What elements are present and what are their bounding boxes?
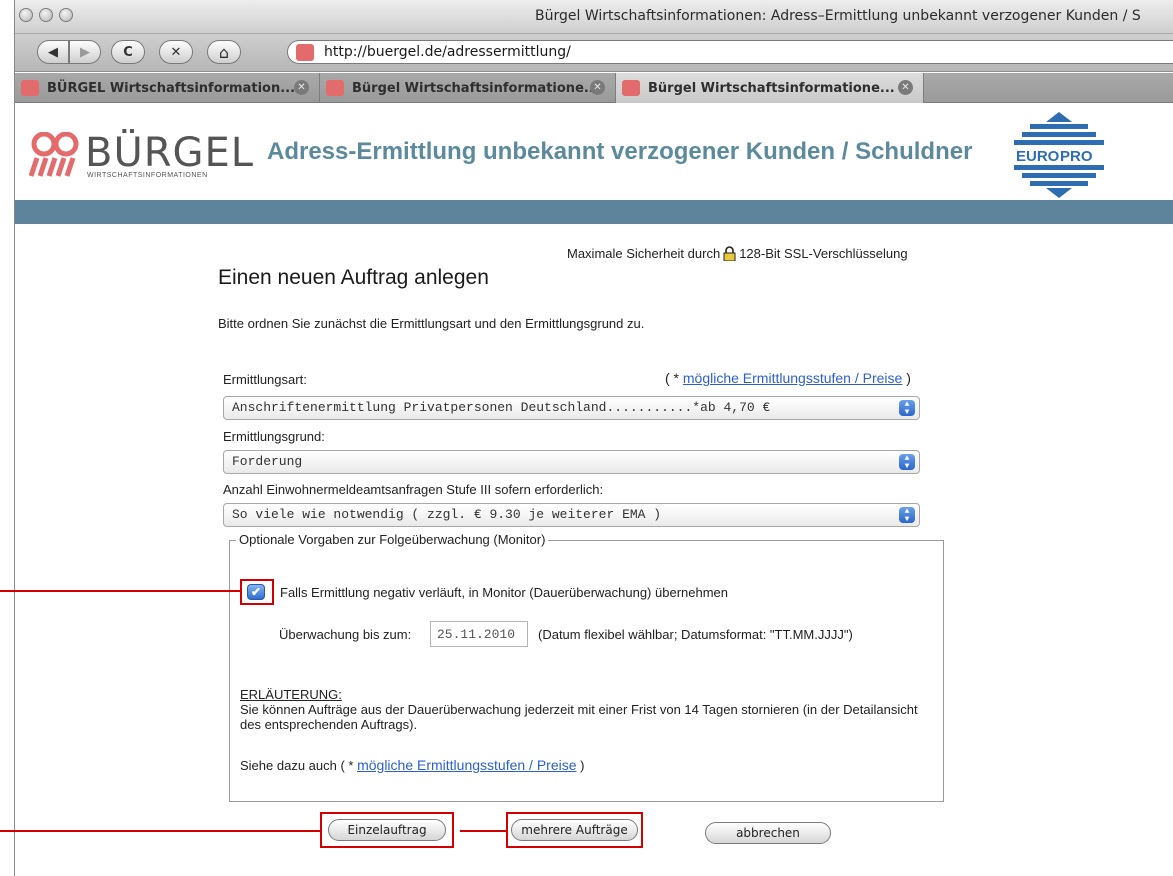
- ermittlungsgrund-select[interactable]: Forderung ▲ ▼: [223, 450, 920, 474]
- ermittlungsgrund-value: Forderung: [232, 454, 303, 469]
- home-button[interactable]: ⌂: [207, 40, 241, 64]
- cancel-button[interactable]: abbrechen: [705, 822, 831, 844]
- monitor-until-label: Überwachung bis zum:: [279, 627, 412, 642]
- price-link-group: ( * mögliche Ermittlungsstufen / Preise …: [665, 370, 911, 386]
- page-title: Einen neuen Auftrag anlegen: [218, 266, 489, 289]
- main-content: Maximale Sicherheit durch 128-Bit SSL-Ve…: [15, 224, 1173, 876]
- site-header: BÜRGEL WIRTSCHAFTSINFORMATIONEN Adress-E…: [15, 104, 1173, 200]
- stop-button[interactable]: ✕: [159, 40, 193, 64]
- back-button[interactable]: ◀: [37, 40, 69, 64]
- ermittlungsart-value: Anschriftenermittlung Privatpersonen Deu…: [232, 400, 771, 415]
- single-order-highlight: Einzelauftrag: [320, 812, 454, 848]
- see-also-suffix: ): [576, 758, 585, 773]
- tab-close-icon[interactable]: ✕: [590, 80, 605, 95]
- tab-favicon-icon: [21, 80, 39, 96]
- back-arrow-icon: ◀: [48, 44, 58, 60]
- tab-2[interactable]: Bürgel Wirtschaftsinformatione... ✕: [320, 73, 616, 103]
- lock-icon: [723, 246, 736, 261]
- tab-label: Bürgel Wirtschaftsinformatione...: [648, 80, 895, 96]
- europro-text-pro: PRO: [1060, 148, 1093, 165]
- price-link[interactable]: mögliche Ermittlungsstufen / Preise: [683, 370, 902, 386]
- tab-strip: BÜRGEL Wirtschaftsinformation... ✕ Bürge…: [15, 73, 1173, 103]
- annotation-line-buttons: [0, 830, 320, 832]
- tab-3-active[interactable]: Bürgel Wirtschaftsinformatione... ✕: [616, 73, 924, 103]
- logo-text: BÜRGEL: [85, 130, 255, 176]
- forward-arrow-icon: ▶: [80, 44, 90, 60]
- stop-icon: ✕: [170, 44, 182, 60]
- anzahl-select[interactable]: So viele wie notwendig ( zzgl. € 9.30 je…: [223, 503, 920, 527]
- select-arrows-icon: ▲ ▼: [899, 400, 915, 417]
- monitor-legend: Optionale Vorgaben zur Folgeüberwachung …: [236, 532, 549, 547]
- europro-text-euro: EURO: [1016, 148, 1060, 165]
- see-also: Siehe dazu auch ( * mögliche Ermittlungs…: [240, 757, 584, 773]
- explanation-text: Sie können Aufträge aus der Dauerüberwac…: [240, 702, 918, 732]
- multiple-orders-button[interactable]: mehrere Aufträge: [511, 819, 638, 841]
- ermittlungsart-label: Ermittlungsart:: [223, 372, 307, 387]
- page-header-title: Adress-Ermittlung unbekannt verzogener K…: [267, 138, 973, 165]
- ssl-suffix: 128-Bit SSL-Verschlüsselung: [739, 246, 908, 261]
- single-order-button[interactable]: Einzelauftrag: [328, 819, 446, 841]
- monitor-fieldset: Optionale Vorgaben zur Folgeüberwachung …: [229, 532, 944, 802]
- explanation-heading: ERLÄUTERUNG:: [240, 687, 342, 702]
- ermittlungsart-select[interactable]: Anschriftenermittlung Privatpersonen Deu…: [223, 396, 920, 420]
- tab-label: Bürgel Wirtschaftsinformatione...: [352, 80, 599, 96]
- url-text[interactable]: http://buergel.de/adressermittlung/: [324, 44, 571, 60]
- browser-toolbar: ◀ ▶ C ✕ ⌂ http://buergel.de/adressermitt…: [15, 34, 1173, 72]
- logo-subtitle: WIRTSCHAFTSINFORMATIONEN: [87, 172, 208, 179]
- see-also-prefix: Siehe dazu auch ( *: [240, 758, 358, 773]
- browser-window: Bürgel Wirtschaftsinformationen: Adress–…: [14, 0, 1173, 876]
- europro-logo-icon: EURO PRO: [1014, 112, 1104, 198]
- select-arrows-icon: ▲ ▼: [899, 507, 915, 524]
- buergel-owl-logo-icon: [29, 132, 79, 177]
- price-link-suffix: ): [902, 370, 911, 386]
- tab-1[interactable]: BÜRGEL Wirtschaftsinformation... ✕: [15, 73, 320, 103]
- window-title: Bürgel Wirtschaftsinformationen: Adress–…: [535, 8, 1141, 24]
- title-bar: Bürgel Wirtschaftsinformationen: Adress–…: [15, 0, 1173, 34]
- home-icon: ⌂: [218, 42, 230, 62]
- tab-close-icon[interactable]: ✕: [294, 80, 309, 95]
- annotation-line-checkbox: [0, 590, 240, 592]
- monitor-checkbox-label[interactable]: Falls Ermittlung negativ verläuft, in Mo…: [280, 585, 728, 600]
- tab-label: BÜRGEL Wirtschaftsinformation...: [47, 80, 296, 96]
- monitor-checkbox[interactable]: ✔: [247, 584, 265, 600]
- see-also-price-link[interactable]: mögliche Ermittlungsstufen / Preise: [357, 757, 576, 773]
- monitor-until-date-input[interactable]: [430, 621, 528, 647]
- tab-favicon-icon: [622, 80, 640, 96]
- anzahl-value: So viele wie notwendig ( zzgl. € 9.30 je…: [232, 507, 662, 522]
- ssl-notice: Maximale Sicherheit durch 128-Bit SSL-Ve…: [567, 246, 908, 261]
- zoom-window-button[interactable]: [59, 8, 73, 22]
- tab-close-icon[interactable]: ✕: [898, 80, 913, 95]
- anzahl-label: Anzahl Einwohnermeldeamtsanfragen Stufe …: [223, 482, 604, 497]
- ssl-prefix: Maximale Sicherheit durch: [567, 246, 721, 261]
- header-divider-bar: [15, 200, 1173, 224]
- tab-favicon-icon: [326, 80, 344, 96]
- minimize-window-button[interactable]: [39, 8, 53, 22]
- ermittlungsgrund-label: Ermittlungsgrund:: [223, 429, 325, 444]
- reload-icon: C: [123, 44, 133, 60]
- date-format-hint: (Datum flexibel wählbar; Datumsformat: "…: [538, 627, 853, 642]
- address-bar[interactable]: http://buergel.de/adressermittlung/: [287, 40, 1173, 64]
- close-window-button[interactable]: [19, 8, 33, 22]
- multiple-orders-highlight: mehrere Aufträge: [506, 812, 643, 848]
- reload-button[interactable]: C: [111, 40, 145, 64]
- select-arrows-icon: ▲ ▼: [899, 454, 915, 471]
- price-link-prefix: ( *: [665, 370, 683, 386]
- site-favicon-icon: [296, 44, 314, 61]
- intro-text: Bitte ordnen Sie zunächst die Ermittlung…: [218, 316, 645, 331]
- annotation-connector-line: [460, 830, 506, 832]
- checkbox-highlight: ✔: [240, 579, 274, 605]
- forward-button[interactable]: ▶: [69, 40, 101, 64]
